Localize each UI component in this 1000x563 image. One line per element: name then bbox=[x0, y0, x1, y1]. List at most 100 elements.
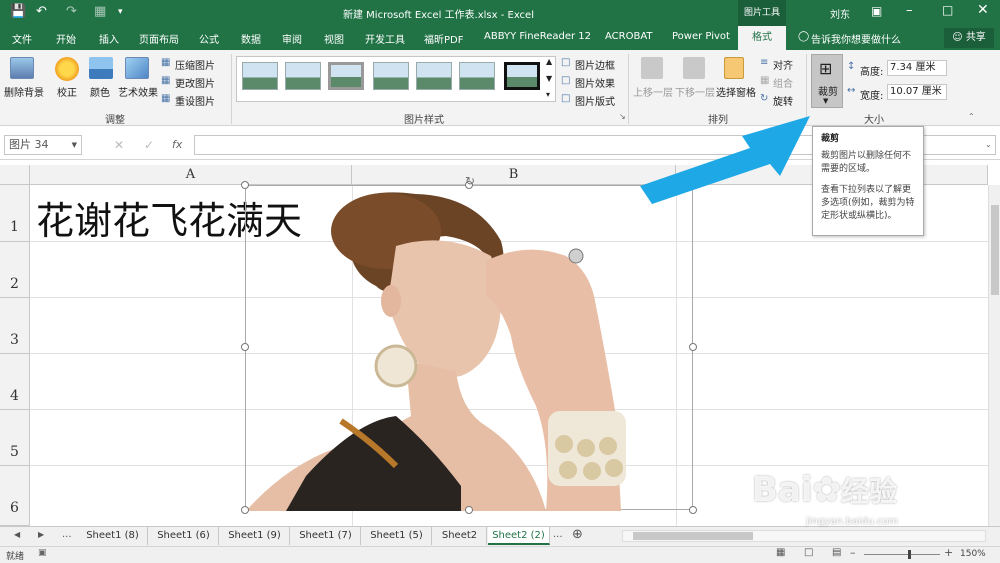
artistic-effects-button[interactable]: 艺术效果 bbox=[118, 84, 158, 99]
tab-developer[interactable]: 开发工具 bbox=[365, 31, 405, 46]
picture[interactable] bbox=[245, 185, 693, 512]
tell-me-input[interactable]: 告诉我你想要做什么 bbox=[811, 31, 901, 46]
dialog-launcher-icon[interactable]: ↘ bbox=[619, 112, 626, 121]
add-sheet-icon[interactable]: ⊕ bbox=[572, 527, 583, 542]
tab-abbyy[interactable]: ABBYY FineReader 12 bbox=[484, 31, 591, 42]
align-button[interactable]: 对齐 bbox=[773, 57, 793, 72]
height-input[interactable]: 7.34 厘米 bbox=[887, 60, 947, 76]
tab-home[interactable]: 开始 bbox=[56, 31, 76, 46]
crop-button[interactable]: ⊞ 裁剪 ▼ bbox=[811, 54, 843, 108]
rotate-button[interactable]: 旋转 bbox=[773, 93, 793, 108]
picture-layout-button[interactable]: 图片版式 bbox=[575, 93, 615, 108]
gallery-up-icon[interactable]: ▲ bbox=[546, 57, 552, 66]
sheet-tab-1[interactable]: Sheet1 (8) bbox=[78, 527, 148, 545]
crop-dropdown-icon[interactable]: ▼ bbox=[823, 97, 828, 105]
expand-formula-icon[interactable]: ⌄ bbox=[985, 140, 992, 149]
tab-file[interactable]: 文件 bbox=[12, 31, 32, 46]
row-header-1[interactable]: 1 bbox=[0, 185, 30, 242]
tab-review[interactable]: 审阅 bbox=[282, 31, 302, 46]
minimize-icon[interactable]: – bbox=[906, 3, 913, 18]
color-button[interactable]: 颜色 bbox=[90, 84, 110, 99]
send-backward-button[interactable]: 下移一层 bbox=[675, 84, 715, 99]
user-name[interactable]: 刘东 bbox=[830, 6, 850, 21]
row-header-5[interactable]: 5 bbox=[0, 410, 30, 466]
vertical-scroll-thumb[interactable] bbox=[991, 205, 999, 295]
zoom-slider-thumb[interactable] bbox=[908, 550, 911, 559]
sheet-tab-6[interactable]: Sheet2 bbox=[433, 527, 487, 545]
more-sheets-right[interactable]: ... bbox=[553, 529, 563, 540]
style-thumb-1[interactable] bbox=[242, 62, 278, 90]
row-header-4[interactable]: 4 bbox=[0, 354, 30, 410]
maximize-icon[interactable]: □ bbox=[942, 3, 953, 17]
tab-power-pivot[interactable]: Power Pivot bbox=[672, 31, 730, 42]
prev-sheet-icon[interactable]: ◀ bbox=[14, 530, 20, 539]
resize-handle[interactable] bbox=[241, 181, 249, 189]
rotate-handle-icon[interactable]: ↻ bbox=[465, 174, 475, 188]
sheet-tab-2[interactable]: Sheet1 (6) bbox=[149, 527, 219, 545]
enter-icon[interactable]: ✓ bbox=[144, 138, 154, 152]
compress-pictures-button[interactable]: 压缩图片 bbox=[175, 57, 215, 72]
tab-page-layout[interactable]: 页面布局 bbox=[139, 31, 179, 46]
close-icon[interactable]: ✕ bbox=[977, 2, 989, 18]
column-header-a[interactable]: A bbox=[30, 165, 352, 185]
picture-effects-button[interactable]: 图片效果 bbox=[575, 75, 615, 90]
selection-pane-icon[interactable] bbox=[724, 57, 744, 79]
vertical-scrollbar[interactable] bbox=[988, 185, 1000, 526]
column-header-b[interactable]: B bbox=[352, 165, 676, 185]
save-icon[interactable]: 💾 bbox=[10, 4, 26, 19]
resize-handle[interactable] bbox=[465, 506, 473, 514]
color-icon[interactable] bbox=[89, 57, 113, 79]
send-backward-icon[interactable] bbox=[683, 57, 705, 79]
zoom-in-icon[interactable]: + bbox=[944, 546, 953, 559]
page-layout-view-icon[interactable]: □ bbox=[804, 547, 813, 558]
horizontal-scrollbar[interactable] bbox=[622, 530, 986, 542]
remove-background-icon[interactable] bbox=[10, 57, 34, 79]
row-header-6[interactable]: 6 bbox=[0, 466, 30, 526]
more-sheets-left[interactable]: ... bbox=[62, 529, 72, 540]
cancel-icon[interactable]: ✕ bbox=[114, 138, 124, 152]
tab-foxit-pdf[interactable]: 福昕PDF bbox=[424, 31, 463, 46]
tab-insert[interactable]: 插入 bbox=[99, 31, 119, 46]
tab-formulas[interactable]: 公式 bbox=[199, 31, 219, 46]
share-button[interactable]: ☺ 共享 bbox=[944, 28, 994, 48]
sun-icon[interactable] bbox=[55, 57, 79, 81]
redo-icon[interactable]: ↷ bbox=[66, 4, 77, 19]
style-thumb-2[interactable] bbox=[285, 62, 321, 90]
collapse-ribbon-icon[interactable]: ⌃ bbox=[968, 112, 975, 121]
undo-icon[interactable]: ↶ bbox=[36, 4, 47, 19]
change-picture-button[interactable]: 更改图片 bbox=[175, 75, 215, 90]
gallery-down-icon[interactable]: ▼ bbox=[546, 74, 552, 83]
zoom-out-icon[interactable]: – bbox=[850, 546, 856, 559]
picture-border-button[interactable]: 图片边框 bbox=[575, 57, 615, 72]
style-thumb-3[interactable] bbox=[328, 62, 364, 90]
zoom-level[interactable]: 150% bbox=[960, 549, 986, 559]
group-button[interactable]: 组合 bbox=[773, 75, 793, 90]
reset-picture-button[interactable]: 重设图片 bbox=[175, 93, 215, 108]
resize-handle[interactable] bbox=[689, 506, 697, 514]
sheet-tab-5[interactable]: Sheet1 (5) bbox=[362, 527, 432, 545]
row-header-2[interactable]: 2 bbox=[0, 242, 30, 298]
tab-acrobat[interactable]: ACROBAT bbox=[605, 31, 653, 42]
resize-handle[interactable] bbox=[241, 343, 249, 351]
row-header-3[interactable]: 3 bbox=[0, 298, 30, 354]
style-thumb-5[interactable] bbox=[416, 62, 452, 90]
bring-forward-icon[interactable] bbox=[641, 57, 663, 79]
macro-record-icon[interactable]: ▣ bbox=[38, 548, 47, 558]
selection-pane-button[interactable]: 选择窗格 bbox=[716, 84, 756, 99]
corrections-button[interactable]: 校正 bbox=[57, 84, 77, 99]
remove-background-button[interactable]: 删除背景 bbox=[4, 84, 44, 99]
ribbon-display-icon[interactable]: ▣ bbox=[871, 4, 882, 18]
page-break-view-icon[interactable]: ▤ bbox=[832, 547, 841, 558]
style-thumb-7[interactable] bbox=[504, 62, 540, 90]
customize-qat-icon[interactable]: ▾ bbox=[118, 7, 123, 17]
name-box[interactable]: 图片 34 ▼ bbox=[4, 135, 82, 155]
tab-view[interactable]: 视图 bbox=[324, 31, 344, 46]
horizontal-scroll-thumb[interactable] bbox=[633, 532, 753, 540]
form-icon[interactable]: ▦ bbox=[94, 4, 106, 19]
style-thumb-6[interactable] bbox=[459, 62, 495, 90]
sheet-tab-active[interactable]: Sheet2 (2) bbox=[488, 527, 550, 545]
zoom-slider[interactable] bbox=[864, 554, 940, 555]
sheet-tab-3[interactable]: Sheet1 (9) bbox=[220, 527, 290, 545]
insert-function-button[interactable]: fx bbox=[172, 138, 182, 151]
gallery-more-icon[interactable]: ▾ bbox=[546, 90, 550, 99]
